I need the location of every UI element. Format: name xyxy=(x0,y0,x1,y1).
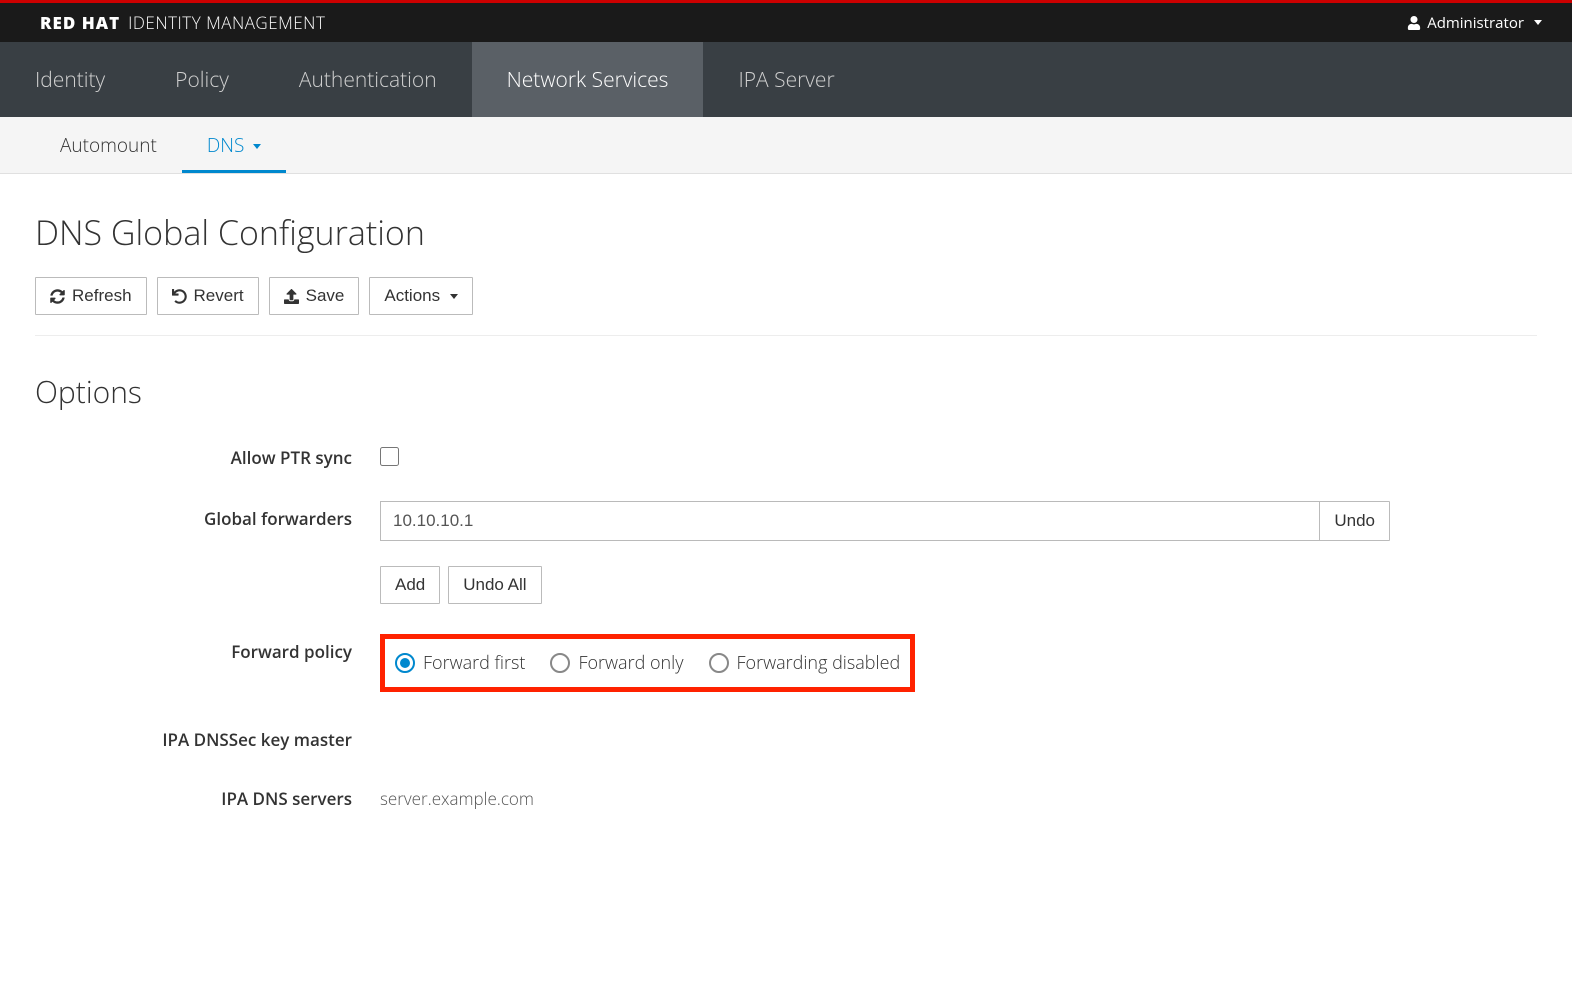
radio-label-forward-only: Forward only xyxy=(578,651,683,675)
radio-forward-only[interactable]: Forward only xyxy=(550,651,683,675)
user-label: Administrator xyxy=(1427,13,1524,33)
radio-icon xyxy=(709,653,729,673)
actions-label: Actions xyxy=(384,286,440,306)
chevron-down-icon xyxy=(253,144,261,149)
ptr-sync-checkbox[interactable] xyxy=(380,447,399,466)
radio-icon xyxy=(550,653,570,673)
nav-identity[interactable]: Identity xyxy=(0,42,140,117)
radio-forward-first[interactable]: Forward first xyxy=(395,651,525,675)
undo-button[interactable]: Undo xyxy=(1319,501,1390,541)
forwarders-label: Global forwarders xyxy=(35,501,380,530)
refresh-label: Refresh xyxy=(72,286,132,306)
refresh-icon xyxy=(50,289,65,304)
radio-label-forward-first: Forward first xyxy=(423,651,525,675)
page-title: DNS Global Configuration xyxy=(35,209,1537,255)
dns-servers-label: IPA DNS servers xyxy=(35,781,380,810)
user-dropdown[interactable]: Administrator xyxy=(1407,13,1542,33)
forward-policy-highlight: Forward first Forward only Forwarding di… xyxy=(380,634,915,692)
subnav-dns[interactable]: DNS xyxy=(182,118,286,173)
nav-policy[interactable]: Policy xyxy=(140,42,264,117)
field-dnssec-master: IPA DNSSec key master xyxy=(35,722,1537,751)
primary-nav: Identity Policy Authentication Network S… xyxy=(0,42,1572,117)
user-icon xyxy=(1407,16,1421,30)
section-title: Options xyxy=(35,371,1537,412)
subnav-dns-label: DNS xyxy=(207,132,244,158)
add-button[interactable]: Add xyxy=(380,566,440,604)
revert-button[interactable]: Revert xyxy=(157,277,259,315)
dns-servers-value: server.example.com xyxy=(380,781,1390,810)
masthead: RED HAT IDENTITY MANAGEMENT Administrato… xyxy=(0,0,1572,42)
ptr-sync-label: Allow PTR sync xyxy=(35,440,380,469)
radio-label-forwarding-disabled: Forwarding disabled xyxy=(737,651,901,675)
secondary-nav: Automount DNS xyxy=(0,117,1572,174)
chevron-down-icon xyxy=(1534,20,1542,25)
actions-button[interactable]: Actions xyxy=(369,277,473,315)
chevron-down-icon xyxy=(450,294,458,299)
subnav-automount[interactable]: Automount xyxy=(35,118,182,173)
nav-ipa-server[interactable]: IPA Server xyxy=(703,42,869,117)
radio-forwarding-disabled[interactable]: Forwarding disabled xyxy=(709,651,901,675)
refresh-button[interactable]: Refresh xyxy=(35,277,147,315)
revert-label: Revert xyxy=(194,286,244,306)
content-area: DNS Global Configuration Refresh Revert … xyxy=(0,174,1572,865)
toolbar: Refresh Revert Save Actions xyxy=(35,277,1537,336)
revert-icon xyxy=(172,289,187,304)
field-global-forwarders: Global forwarders Undo Add Undo All xyxy=(35,501,1537,604)
undo-all-button[interactable]: Undo All xyxy=(448,566,541,604)
upload-icon xyxy=(284,289,299,304)
nav-network-services[interactable]: Network Services xyxy=(472,42,704,117)
brand-bold: RED HAT xyxy=(40,11,120,34)
forward-policy-label: Forward policy xyxy=(35,634,380,663)
forwarders-input[interactable] xyxy=(380,501,1320,541)
field-dns-servers: IPA DNS servers server.example.com xyxy=(35,781,1537,810)
dnssec-value xyxy=(380,722,1390,728)
brand-suffix: IDENTITY MANAGEMENT xyxy=(128,11,325,34)
field-ptr-sync: Allow PTR sync xyxy=(35,440,1537,471)
dnssec-label: IPA DNSSec key master xyxy=(35,722,380,751)
save-button[interactable]: Save xyxy=(269,277,360,315)
radio-icon xyxy=(395,653,415,673)
save-label: Save xyxy=(306,286,345,306)
brand-logo: RED HAT IDENTITY MANAGEMENT xyxy=(40,11,325,34)
nav-authentication[interactable]: Authentication xyxy=(264,42,472,117)
field-forward-policy: Forward policy Forward first Forward onl… xyxy=(35,634,1537,692)
